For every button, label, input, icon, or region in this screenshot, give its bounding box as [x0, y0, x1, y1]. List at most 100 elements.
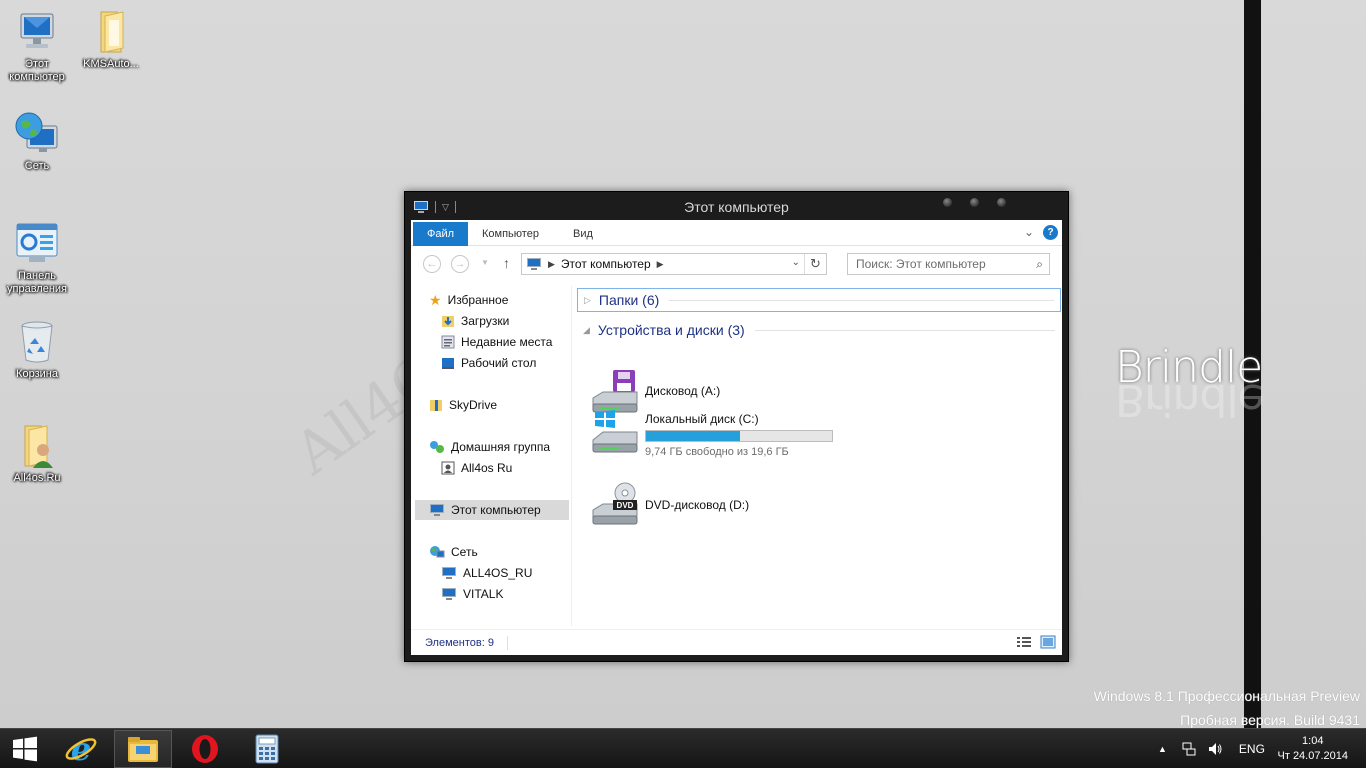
address-dropdown-chevron-icon[interactable]: ⌄: [792, 257, 800, 268]
computer-icon: [442, 567, 456, 579]
desktop-icon-label: Этот компьютер: [9, 58, 65, 83]
taskbar-file-explorer[interactable]: [114, 730, 172, 768]
content-pane: ▷ Папки (6) ◢ Устройства и диски (3) Дис…: [573, 286, 1062, 626]
help-button[interactable]: ?: [1043, 225, 1058, 240]
clock-date: Чт 24.07.2014: [1277, 750, 1348, 762]
nav-item-recent[interactable]: Недавние места: [441, 332, 552, 352]
desktop-icon-recycle-bin[interactable]: Корзина: [0, 318, 74, 381]
explorer-window: ▽ Этот компьютер Файл Компьютер Вид ⌄ ? …: [404, 191, 1069, 662]
large-icons-view-icon[interactable]: [1040, 635, 1056, 649]
group-header-folders[interactable]: ▷ Папки (6): [577, 288, 1061, 312]
desktop-icon-label: Панель управления: [7, 270, 67, 295]
search-placeholder: Поиск: Этот компьютер: [856, 257, 986, 271]
forward-button[interactable]: →: [451, 255, 469, 273]
opera-icon: [192, 735, 218, 763]
windows-build-text: Windows 8.1 Профессиональная Preview Про…: [1094, 684, 1360, 732]
refresh-button[interactable]: ↻: [804, 254, 826, 274]
nav-item-network-pc-2[interactable]: VITALK: [441, 584, 503, 604]
tab-view[interactable]: Вид: [573, 222, 593, 246]
taskbar: e ▲ ENG 1:04 Чт 24.07.2014: [0, 728, 1366, 768]
breadcrumb-this-pc[interactable]: Этот компьютер: [561, 257, 651, 271]
clock-time: 1:04: [1302, 735, 1324, 747]
user-icon: [441, 461, 455, 475]
nav-item-homegroup-user[interactable]: All4os Ru: [441, 458, 512, 478]
desktop-icon-label: All4os.Ru: [13, 472, 61, 484]
nav-item-skydrive[interactable]: SkyDrive: [429, 395, 497, 415]
dvd-badge: DVD: [617, 501, 634, 510]
group-title: Папки (6): [598, 292, 660, 308]
navigation-bar: ← → ▼ ↑ ▶ Этот компьютер ▶ ⌄ ↻ Поиск: Эт…: [411, 253, 1062, 277]
nav-item-label: All4os Ru: [461, 461, 513, 475]
search-icon[interactable]: ⌕: [1036, 254, 1043, 274]
taskbar-calculator[interactable]: [238, 730, 296, 768]
window-titlebar[interactable]: ▽ Этот компьютер: [405, 192, 1068, 220]
window-controls: [943, 198, 1006, 207]
recycle-bin-icon: [21, 321, 53, 363]
breadcrumb-separator-icon[interactable]: ▶: [657, 259, 664, 270]
desktop-icon-user-folder[interactable]: All4os.Ru: [0, 422, 74, 485]
volume-icon[interactable]: [1207, 741, 1223, 757]
start-windows-icon: [13, 736, 37, 762]
drive-usage-fill: [646, 431, 740, 441]
expand-triangle-icon[interactable]: ▷: [584, 295, 591, 306]
downloads-folder-icon: [442, 316, 454, 327]
item-count: Элементов: 9: [425, 637, 494, 649]
pane-splitter[interactable]: [571, 286, 572, 626]
computer-icon: [527, 258, 541, 270]
tab-file[interactable]: Файл: [413, 222, 468, 246]
drive-name: Дисковод (A:): [645, 384, 721, 398]
collapse-triangle-icon[interactable]: ◢: [583, 325, 590, 336]
nav-item-network-pc-1[interactable]: ALL4OS_RU: [441, 563, 532, 583]
dvd-drive-icon: DVD: [592, 482, 638, 525]
group-header-devices[interactable]: ◢ Устройства и диски (3): [577, 318, 1061, 342]
taskbar-clock[interactable]: 1:04 Чт 24.07.2014: [1278, 734, 1348, 764]
recent-places-icon: [441, 335, 455, 349]
nav-item-desktop[interactable]: Рабочий стол: [441, 353, 536, 373]
nav-item-downloads[interactable]: Загрузки: [441, 311, 509, 331]
network-status-icon[interactable]: [1181, 741, 1197, 757]
nav-item-this-pc[interactable]: Этот компьютер: [415, 500, 569, 520]
expand-ribbon-chevron-icon[interactable]: ⌄: [1024, 225, 1034, 239]
recent-locations-chevron-icon[interactable]: ▼: [481, 258, 489, 267]
brand-logo-reflection: Brindle: [1115, 374, 1264, 425]
nav-item-network[interactable]: Сеть: [429, 542, 478, 562]
drive-usage-bar: [645, 430, 833, 442]
back-button[interactable]: ←: [423, 255, 441, 273]
control-panel-icon: [16, 223, 58, 262]
computer-icon: [442, 588, 456, 600]
taskbar-internet-explorer[interactable]: e: [52, 730, 110, 768]
breadcrumb-separator-icon[interactable]: ▶: [548, 259, 555, 270]
address-bar[interactable]: ▶ Этот компьютер ▶ ⌄ ↻: [521, 253, 827, 275]
drive-item-c[interactable]: Локальный диск (C:) 9,74 ГБ свободно из …: [591, 410, 851, 458]
drive-item-d[interactable]: DVD DVD-дисковод (D:): [591, 482, 851, 530]
desktop-icon-kmsauto[interactable]: KMSAuto...: [74, 8, 148, 71]
user-folder-icon: [24, 425, 53, 468]
search-input[interactable]: Поиск: Этот компьютер ⌕: [847, 253, 1050, 275]
computer-icon: [430, 504, 444, 516]
network-globe-icon: [15, 112, 58, 152]
up-button[interactable]: ↑: [503, 255, 510, 271]
desktop-icon-network[interactable]: Сеть: [0, 110, 74, 173]
star-icon: ★: [429, 291, 442, 308]
show-hidden-icons-chevron-icon[interactable]: ▲: [1158, 744, 1167, 754]
details-view-icon[interactable]: [1016, 635, 1032, 649]
homegroup-icon: [430, 441, 444, 453]
start-button[interactable]: [0, 730, 50, 768]
group-title: Устройства и диски (3): [597, 322, 745, 338]
desktop-icon-label: Корзина: [16, 368, 58, 380]
minimize-button[interactable]: [943, 198, 952, 207]
windows-drive-icon: [592, 410, 638, 453]
drive-free-space: 9,74 ГБ свободно из 19,6 ГБ: [645, 446, 789, 458]
nav-item-favorites[interactable]: ★ Избранное: [429, 290, 508, 310]
desktop-icon-this-pc[interactable]: Этот компьютер: [0, 8, 74, 84]
close-button[interactable]: [997, 198, 1006, 207]
taskbar-opera[interactable]: [176, 730, 234, 768]
nav-item-homegroup[interactable]: Домашняя группа: [429, 437, 550, 457]
maximize-button[interactable]: [970, 198, 979, 207]
language-indicator[interactable]: ENG: [1239, 742, 1265, 756]
tab-computer[interactable]: Компьютер: [482, 222, 539, 246]
nav-item-label: Этот компьютер: [451, 503, 541, 517]
os-edition-text: Windows 8.1 Профессиональная Preview: [1093, 688, 1360, 704]
desktop-icon-control-panel[interactable]: Панель управления: [0, 220, 74, 296]
skydrive-folder-icon: [430, 400, 442, 411]
